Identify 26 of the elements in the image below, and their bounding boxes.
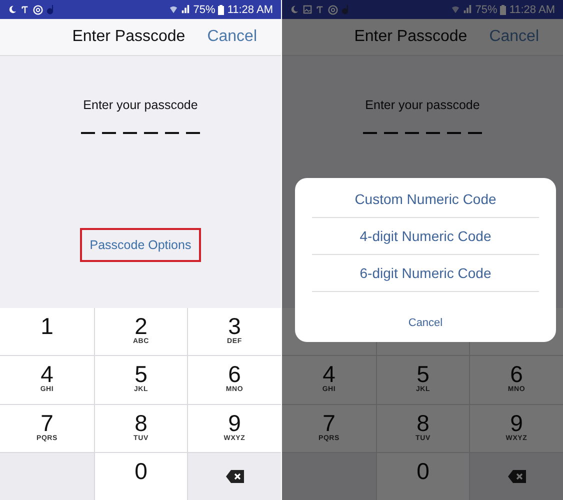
screen-title: Enter Passcode [72, 28, 186, 46]
sheet-option[interactable]: 6-digit Numeric Code [312, 255, 539, 292]
wifi-icon [451, 5, 460, 14]
keypad-key[interactable]: 0 [95, 452, 187, 500]
sheet-option[interactable]: 4-digit Numeric Code [312, 218, 539, 255]
passcode-prompt: Enter your passcode [83, 98, 198, 112]
signal-icon [463, 5, 472, 14]
battery-percent: 75% [475, 4, 498, 16]
passcode-prompt: Enter your passcode [365, 98, 480, 112]
clock: 11:28 AM [509, 4, 555, 16]
signal-icon [181, 5, 190, 14]
battery-icon [500, 4, 506, 14]
sheet-option[interactable]: Custom Numeric Code [312, 181, 539, 218]
battery-percent: 75% [193, 4, 216, 16]
wifi-icon [169, 5, 178, 14]
clock: 11:28 AM [227, 4, 273, 16]
delete-key-icon[interactable] [226, 470, 244, 483]
keypad-key[interactable]: 0 [377, 452, 469, 500]
keypad-key[interactable]: 1 [0, 308, 94, 356]
moon-icon [8, 5, 17, 14]
passcode-options-link[interactable]: Passcode Options [80, 228, 202, 262]
battery-icon [218, 4, 224, 14]
moon-icon [290, 5, 299, 14]
cancel-button[interactable]: Cancel [207, 28, 257, 46]
screen-title: Enter Passcode [354, 28, 468, 46]
sheet-cancel-button[interactable]: Cancel [295, 292, 556, 342]
